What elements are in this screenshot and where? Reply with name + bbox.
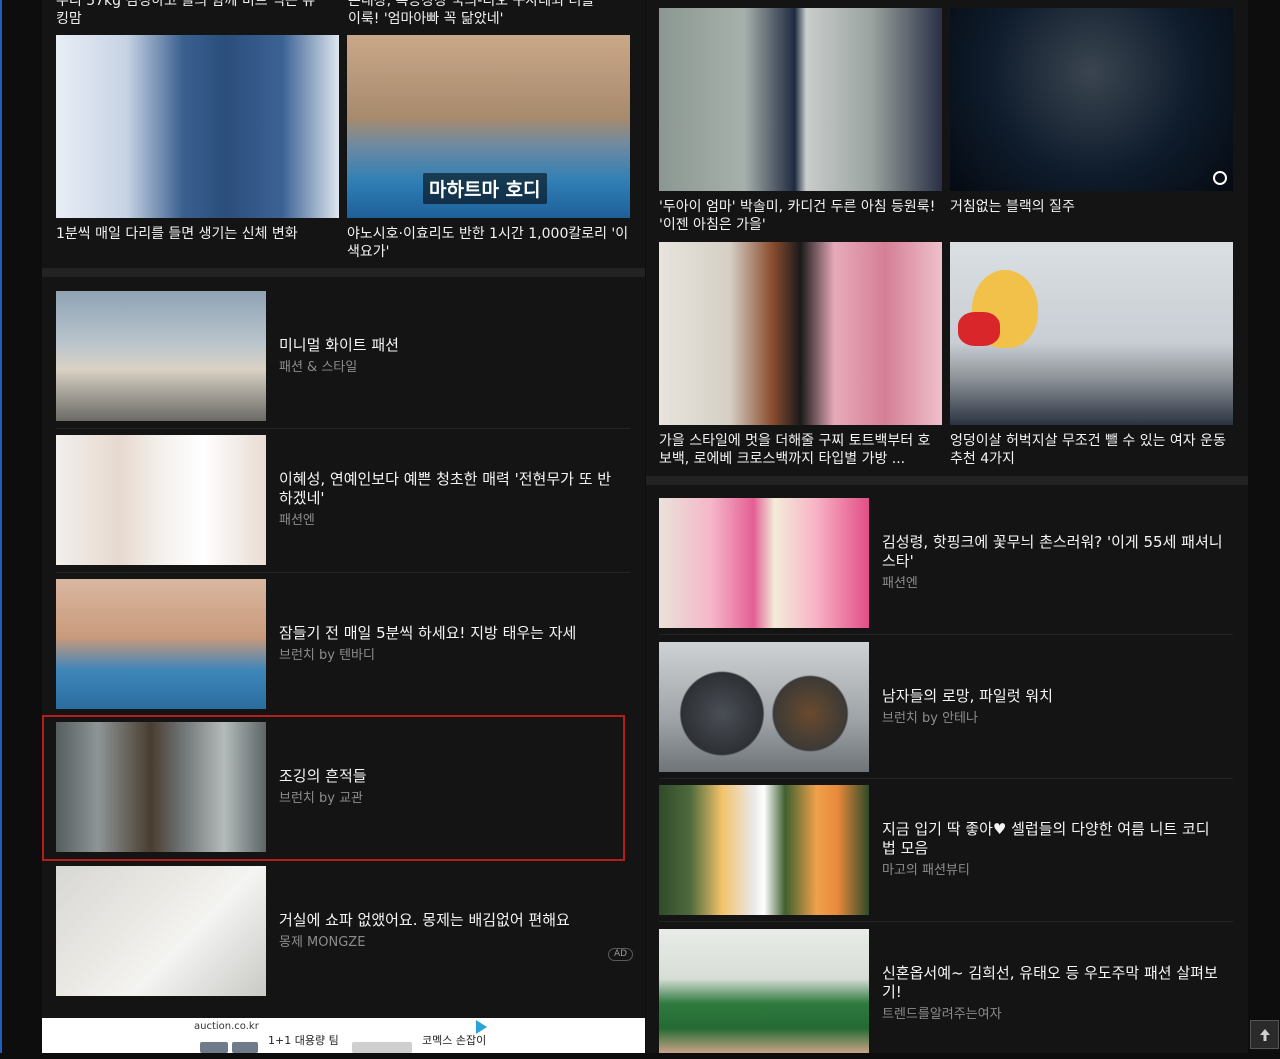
article-thumbnail-jeans[interactable]: [56, 35, 339, 218]
article-source: 패션엔: [279, 513, 315, 528]
ad-product-image[interactable]: [232, 1042, 258, 1053]
heart-icon: [958, 312, 1000, 346]
article-title[interactable]: 1분씩 매일 다리를 들면 생기는 신체 변화: [56, 225, 339, 265]
list-item-text: 남자들의 로망, 파일럿 워치 브런치 by 안테나: [882, 642, 1223, 772]
article-title[interactable]: 잠들기 전 매일 5분씩 하세요! 지방 태우는 자세: [279, 624, 620, 643]
article-thumbnail[interactable]: [950, 242, 1233, 425]
list-item-text: 거실에 쇼파 없앴어요. 몽제는 배김없어 편해요 몽제 MONGZE: [279, 866, 620, 996]
article-title[interactable]: 남자들의 로망, 파일럿 워치: [882, 687, 1223, 706]
adchoices-icon[interactable]: [476, 1020, 487, 1034]
article-thumbnail[interactable]: [659, 8, 942, 191]
row-divider: [56, 428, 630, 429]
article-tile-gucci-bags[interactable]: 가을 스타일에 멋을 더해줄 구찌 토트백부터 호보백, 로에베 크로스백까지 …: [659, 242, 942, 472]
article-title[interactable]: 거침없는 블랙의 질주: [950, 198, 1233, 234]
ad-banner[interactable]: auction.co.kr 1+1 대용량 팀 코멕스 손잡이: [42, 1018, 645, 1053]
cut-headline-2a[interactable]: 은내장, 복공장장 국의-디오 구사레최 더블: [348, 0, 630, 10]
list-item-pilot-watch[interactable]: 남자들의 로망, 파일럿 워치 브런치 by 안테나: [659, 642, 1233, 772]
list-item-kim-heesun[interactable]: 신혼옵서예~ 김희선, 유태오 등 우도주막 패션 살펴보기! 트렌드를알려주는…: [659, 929, 1233, 1059]
article-title[interactable]: 엉덩이살 허벅지살 무조건 뺄 수 있는 여자 운동 추천 4가지: [950, 432, 1233, 472]
article-title[interactable]: 가을 스타일에 멋을 더해줄 구찌 토트백부터 호보백, 로에베 크로스백까지 …: [659, 432, 942, 472]
article-thumbnail[interactable]: [659, 498, 869, 628]
list-item-summer-knit[interactable]: 지금 입기 딱 좋아♥ 셀럽들의 다양한 여름 니트 코디법 모음 마고의 패션…: [659, 785, 1233, 915]
list-item-text: 미니멀 화이트 패션 패션 & 스타일: [279, 291, 620, 421]
ad-text[interactable]: 1+1 대용량 팀: [268, 1035, 339, 1046]
scroll-to-top-button[interactable]: [1250, 1020, 1279, 1049]
article-source: 브런치 by 교관: [279, 790, 364, 806]
article-title[interactable]: 신혼옵서예~ 김희선, 유태오 등 우도주막 패션 살펴보기!: [882, 964, 1223, 1002]
article-source: 브런치 by 안테나: [882, 710, 978, 726]
article-thumbnail[interactable]: [659, 929, 869, 1053]
article-tile-leg-raise[interactable]: 1분씩 매일 다리를 들면 생기는 신체 변화: [56, 35, 339, 265]
article-tile-park-solmi[interactable]: '두아이 엄마' 박솔미, 카디건 두른 아침 등원룩! '이젠 아침은 가을': [659, 8, 942, 234]
ad-product-image[interactable]: [200, 1042, 228, 1053]
article-source: 몽제 MONGZE: [279, 934, 366, 950]
article-tile-yoga[interactable]: 마하트마 호디 야노시호·이효리도 반한 1시간 1,000칼로리 '이색요가': [347, 35, 630, 265]
article-title[interactable]: 미니멀 화이트 패션: [279, 336, 620, 355]
arrow-up-icon: [1259, 1028, 1270, 1041]
article-title[interactable]: '두아이 엄마' 박솔미, 카디건 두른 아침 등원룩! '이젠 아침은 가을': [659, 198, 942, 234]
window-left-edge: [0, 0, 2, 1053]
article-thumbnail[interactable]: [56, 435, 266, 565]
ad-text[interactable]: 코멕스 손잡이: [422, 1035, 486, 1046]
section-separator: [646, 476, 1248, 485]
article-title[interactable]: 지금 입기 딱 좋아♥ 셀럽들의 다양한 여름 니트 코디법 모음: [882, 820, 1223, 858]
row-divider: [659, 634, 1233, 635]
ad-product-image[interactable]: [352, 1042, 412, 1053]
article-thumbnail[interactable]: [56, 866, 266, 996]
article-source: 트렌드를알려주는여자: [882, 1007, 1002, 1022]
article-thumbnail-yoga[interactable]: 마하트마 호디: [347, 35, 630, 218]
list-item-text: 이혜성, 연예인보다 예쁜 청초한 매력 '전현무가 또 반하겠네' 패션엔: [279, 435, 620, 565]
article-thumbnail[interactable]: [659, 642, 869, 772]
article-thumbnail[interactable]: [659, 785, 869, 915]
list-item-minimal-white[interactable]: 미니멀 화이트 패션 패션 & 스타일: [56, 291, 630, 421]
article-title[interactable]: 조깅의 흔적들: [279, 767, 606, 786]
list-item-text: 조깅의 흔적들 브런치 by 교관: [279, 722, 606, 852]
section-separator: [42, 268, 645, 277]
article-thumbnail[interactable]: [56, 579, 266, 709]
thumbnail-overlay-text: 마하트마 호디: [423, 173, 547, 204]
article-tile-black-runway[interactable]: 거침없는 블랙의 질주: [950, 8, 1233, 234]
list-item-jogging[interactable]: 조깅의 흔적들 브런치 by 교관: [56, 722, 616, 852]
article-source: 브런치 by 텐바디: [279, 647, 375, 663]
cut-headline-1a[interactable]: 우리 57kg 김정하고 골의 함께 비트 먹는 뷰: [56, 0, 332, 10]
article-thumbnail[interactable]: [950, 8, 1233, 191]
list-item-kim-sungryung[interactable]: 김성령, 핫핑크에 꽃무늬 촌스러워? '이게 55세 패셔니스타' 패션엔: [659, 498, 1233, 628]
list-item-fat-burning[interactable]: 잠들기 전 매일 5분씩 하세요! 지방 태우는 자세 브런치 by 텐바디: [56, 579, 630, 709]
cut-headline-2b[interactable]: 이룩! '엄마아빠 꼭 닮았네': [348, 10, 630, 28]
list-item-text: 잠들기 전 매일 5분씩 하세요! 지방 태우는 자세 브런치 by 텐바디: [279, 579, 620, 709]
ad-badge: AD: [608, 948, 634, 961]
article-title[interactable]: 거실에 쇼파 없앴어요. 몽제는 배김없어 편해요: [279, 911, 620, 930]
row-divider: [659, 921, 1233, 922]
ad-domain[interactable]: auction.co.kr: [194, 1021, 259, 1032]
article-title[interactable]: 김성령, 핫핑크에 꽃무늬 촌스러워? '이게 55세 패셔니스타': [882, 533, 1223, 571]
list-item-text: 신혼옵서예~ 김희선, 유태오 등 우도주막 패션 살펴보기! 트렌드를알려주는…: [882, 929, 1223, 1059]
article-thumbnail[interactable]: [56, 722, 266, 852]
cut-headline-1b[interactable]: 킹맘: [56, 10, 332, 28]
list-item-text: 김성령, 핫핑크에 꽃무늬 촌스러워? '이게 55세 패셔니스타' 패션엔: [882, 498, 1223, 628]
list-item-text: 지금 입기 딱 좋아♥ 셀럽들의 다양한 여름 니트 코디법 모음 마고의 패션…: [882, 785, 1223, 915]
article-source: 패션엔: [882, 576, 918, 591]
article-source: 패션 & 스타일: [279, 359, 358, 375]
row-divider: [56, 572, 630, 573]
article-tile-workout[interactable]: 엉덩이살 허벅지살 무조건 뺄 수 있는 여자 운동 추천 4가지: [950, 242, 1233, 472]
article-thumbnail[interactable]: [56, 291, 266, 421]
article-title[interactable]: 야노시호·이효리도 반한 1시간 1,000칼로리 '이색요가': [347, 225, 630, 265]
list-item-lee-hyesung[interactable]: 이혜성, 연예인보다 예쁜 청초한 매력 '전현무가 또 반하겠네' 패션엔: [56, 435, 630, 565]
article-thumbnail[interactable]: [659, 242, 942, 425]
article-source: 마고의 패션뷰티: [882, 863, 970, 878]
article-title[interactable]: 이혜성, 연예인보다 예쁜 청초한 매력 '전현무가 또 반하겠네': [279, 470, 620, 508]
list-item-mongze-ad[interactable]: 거실에 쇼파 없앴어요. 몽제는 배김없어 편해요 몽제 MONGZE AD: [56, 866, 634, 996]
camera-icon: [1213, 171, 1227, 185]
row-divider: [659, 778, 1233, 779]
